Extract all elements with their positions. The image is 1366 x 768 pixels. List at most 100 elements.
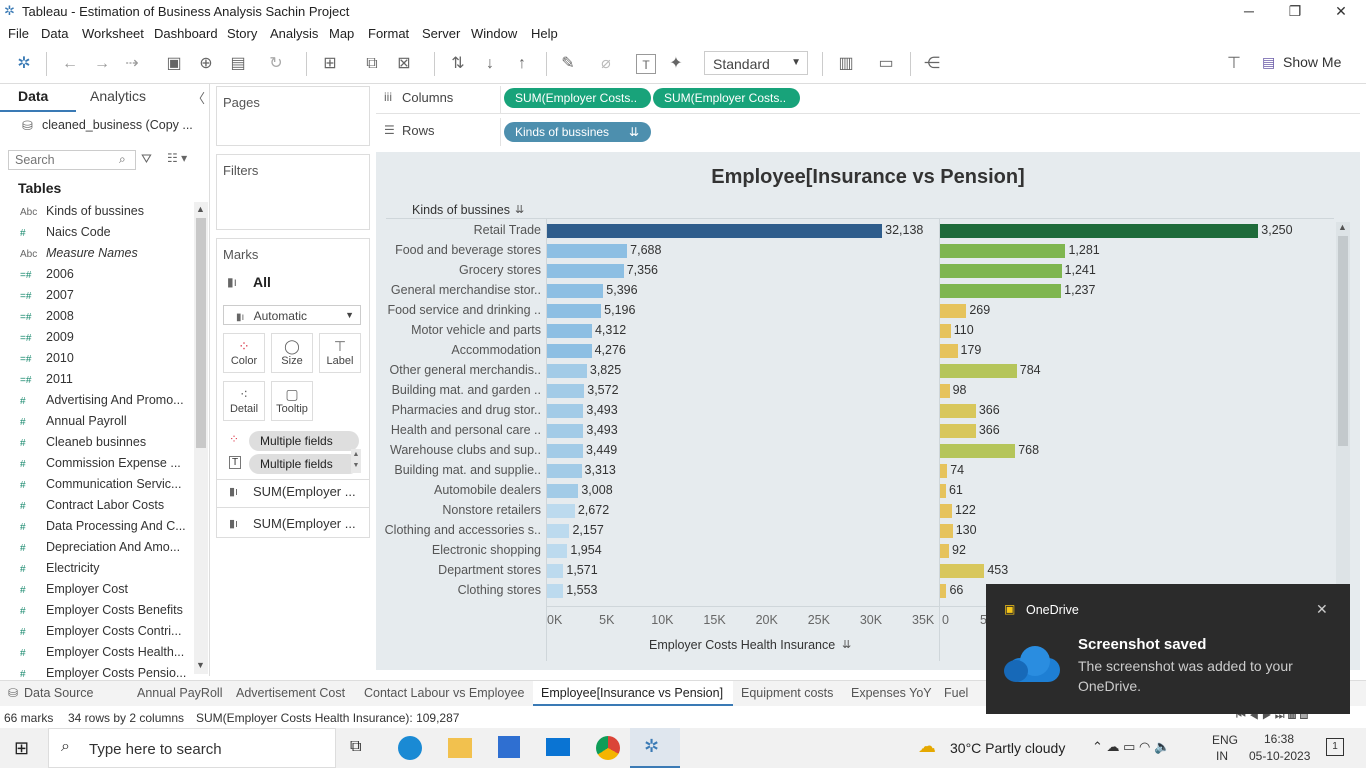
menu-file[interactable]: File [8,26,29,41]
category-label[interactable]: Health and personal care .. [376,423,541,437]
sort-descending-icon[interactable]: ↑ [512,54,532,74]
bar-health-insurance[interactable] [547,344,592,358]
sum-tab-1[interactable]: SUM(Employer ... [253,484,356,499]
menu-worksheet[interactable]: Worksheet [82,26,144,41]
field-item[interactable]: =# 2010 [20,351,74,365]
category-label[interactable]: Pharmacies and drug stor.. [376,403,541,417]
mail-icon[interactable] [546,738,570,756]
file-explorer-icon[interactable] [448,738,472,758]
bar-pension[interactable] [940,484,946,498]
bar-health-insurance[interactable] [547,224,883,238]
bar-health-insurance[interactable] [547,544,568,558]
tab-fuel[interactable]: Fuel [944,686,968,700]
field-item[interactable]: # Commission Expense ... [20,456,181,470]
bar-pension[interactable] [940,464,948,478]
notifications-button[interactable]: 1 [1326,738,1344,756]
category-label[interactable]: Department stores [376,563,541,577]
new-datasource-icon[interactable]: ⊕ [196,54,216,74]
tab-analytics[interactable]: Analytics [90,88,146,104]
bar-health-insurance[interactable] [547,584,564,598]
bar-pension[interactable] [940,284,1062,298]
view-options-icon[interactable]: ☷ ▾ [167,151,187,165]
multiple-fields-pill-2[interactable]: Multiple fields [249,454,359,474]
sum-tab-2[interactable]: SUM(Employer ... [253,516,356,531]
field-item[interactable]: Abc Kinds of bussines [20,204,144,218]
field-item[interactable]: # Employer Cost [20,582,128,596]
system-tray-icons[interactable]: ⌃ ☁ ▭ ◠ 🔈 [1092,739,1170,755]
bar-pension[interactable] [940,564,985,578]
menu-help[interactable]: Help [531,26,558,41]
bar-pension[interactable] [940,244,1066,258]
menu-story[interactable]: Story [227,26,257,41]
scroll-thumb[interactable] [1338,236,1348,446]
tooltip-button[interactable]: ▢ Tooltip [271,381,313,421]
bar-health-insurance[interactable] [547,424,584,438]
clock-time[interactable]: 16:38 [1264,732,1294,746]
taskbar-search[interactable]: ⌕ Type here to search [48,728,336,768]
category-label[interactable]: Clothing stores [376,583,541,597]
field-item[interactable]: # Employer Costs Contri... [20,624,181,638]
bar-health-insurance[interactable] [547,364,587,378]
highlight-icon[interactable]: ✎ [558,54,578,74]
filter-icon[interactable]: ⛛ [141,151,152,167]
sort-ascending-icon[interactable]: ↓ [480,54,500,74]
bar-health-insurance[interactable] [547,564,564,578]
tableau-home-icon[interactable]: ✲ [14,54,34,74]
column-pill-1[interactable]: SUM(Employer Costs.. [504,88,651,108]
viz-scrollbar[interactable]: ▲ [1336,222,1350,602]
multiple-fields-pill-1[interactable]: Multiple fields [249,431,359,451]
bar-health-insurance[interactable] [547,304,602,318]
marks-all-label[interactable]: All [253,274,271,290]
category-label[interactable]: Building mat. and garden .. [376,383,541,397]
collapse-pane-icon[interactable]: 〈 [192,88,205,107]
clear-sheet-icon[interactable]: ⊠ [394,54,414,74]
tab-data[interactable]: Data [18,88,48,104]
bar-pension[interactable] [940,324,951,338]
duplicate-sheet-icon[interactable]: ⧉ [362,54,382,74]
minimize-button[interactable]: ─ [1226,0,1272,22]
show-cards-icon[interactable]: ▥ [836,54,856,74]
category-label[interactable]: Grocery stores [376,263,541,277]
menu-analysis[interactable]: Analysis [270,26,318,41]
task-view-icon[interactable]: ⧉ [350,738,361,756]
category-label[interactable]: Food service and drinking .. [376,303,541,317]
search-input[interactable] [8,150,136,170]
show-me-button[interactable]: Show Me [1283,54,1341,70]
tableau-taskbar-button[interactable]: ✲ [630,728,680,768]
refresh-icon[interactable]: ↻ [266,54,286,74]
category-label[interactable]: Electronic shopping [376,543,541,557]
bar-pension[interactable] [940,344,958,358]
rows-shelf[interactable]: ☰ Rows Kinds of bussines ⇊ [376,118,1360,146]
color-button[interactable]: ⁘ Color [223,333,265,373]
category-label[interactable]: Other general merchandis.. [376,363,541,377]
undo-icon[interactable]: ← [60,54,80,74]
bar-pension[interactable] [940,404,976,418]
chrome-icon[interactable] [596,736,620,760]
bar-health-insurance[interactable] [547,504,575,518]
redo-icon[interactable]: → [92,54,112,74]
tab-data-source[interactable]: Data Source [24,686,93,700]
field-item[interactable]: # Cleaneb businnes [20,435,146,449]
filters-card[interactable]: Filters [216,154,370,230]
bar-pension[interactable] [940,364,1017,378]
lang-2[interactable]: IN [1216,749,1228,763]
scroll-up-icon[interactable]: ▲ [196,204,205,214]
scroll-down-icon[interactable]: ▼ [196,660,205,670]
replay-icon[interactable]: ⇢ [122,54,142,74]
scroll-up-icon[interactable]: ▲ [1338,222,1347,232]
field-item[interactable]: # Contract Labor Costs [20,498,164,512]
tab-advertisement-cost[interactable]: Advertisement Cost [236,686,345,700]
field-item[interactable]: # Depreciation And Amo... [20,540,180,554]
close-icon[interactable]: ✕ [1316,601,1328,618]
tab-contact-labour[interactable]: Contact Labour vs Employee [364,686,525,700]
field-item[interactable]: # Communication Servic... [20,477,181,491]
category-label[interactable]: Food and beverage stores [376,243,541,257]
category-label[interactable]: Automobile dealers [376,483,541,497]
scroll-thumb[interactable] [196,218,206,448]
bar-pension[interactable] [940,524,953,538]
save-icon[interactable]: ▣ [164,54,184,74]
field-item[interactable]: =# 2008 [20,309,74,323]
group-members-icon[interactable]: ⌀ [596,54,616,74]
bar-health-insurance[interactable] [547,524,570,538]
fit-dropdown[interactable]: Standard ▼ [704,51,808,75]
